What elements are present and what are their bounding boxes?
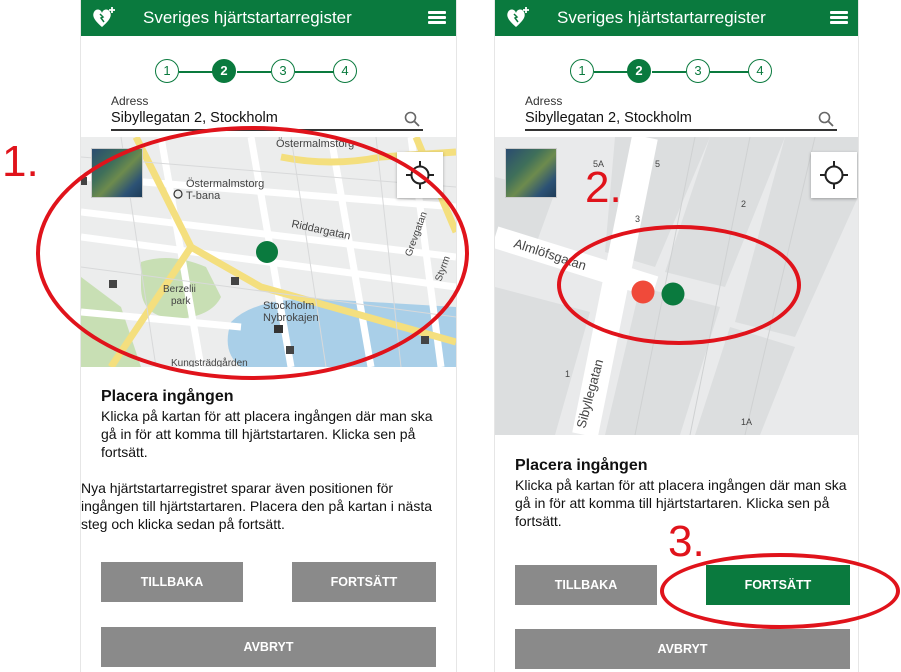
annotation-number-2: 2.	[585, 163, 622, 212]
step-3: 3	[271, 59, 295, 83]
annotation-number-3: 3.	[668, 517, 705, 566]
panel-heading: Placera ingången	[101, 388, 234, 405]
app-title: Sveriges hjärtstartarregister	[143, 8, 352, 27]
search-icon[interactable]	[818, 111, 834, 127]
search-icon[interactable]	[404, 111, 420, 127]
address-label: Adress	[525, 94, 563, 108]
satellite-layer-toggle[interactable]	[505, 148, 557, 198]
panel-info-text: Nya hjärtstartarregistret sparar även po…	[81, 480, 432, 532]
annotation-number-1: 1.	[2, 137, 39, 186]
address-label: Adress	[111, 94, 149, 108]
app-header: Sveriges hjärtstartarregister	[81, 0, 456, 36]
map-number: 2	[741, 199, 746, 209]
hamburger-menu-icon[interactable]	[428, 11, 446, 25]
map-number: 1A	[741, 417, 752, 427]
heart-defibrillator-logo-icon	[507, 7, 529, 27]
step-2-active: 2	[627, 59, 651, 83]
heart-defibrillator-logo-icon	[93, 7, 115, 27]
annotation-ring-map	[36, 126, 469, 380]
annotation-ring-markers	[557, 225, 801, 345]
hamburger-menu-icon[interactable]	[830, 11, 848, 25]
step-2-active: 2	[212, 59, 236, 83]
map-number: 5	[655, 159, 660, 169]
step-indicator: 1 2 3 4	[155, 59, 383, 83]
locate-me-button[interactable]	[811, 152, 857, 198]
step-4: 4	[333, 59, 357, 83]
map-number: 1	[565, 369, 570, 379]
address-underline	[525, 129, 837, 131]
cancel-button[interactable]: AVBRYT	[101, 627, 436, 667]
step-3: 3	[686, 59, 710, 83]
step-1: 1	[155, 59, 179, 83]
cancel-button[interactable]: AVBRYT	[515, 629, 850, 669]
map-number: 3	[635, 214, 640, 224]
panel-heading: Placera ingången	[515, 457, 648, 474]
address-input[interactable]: Sibyllegatan 2, Stockholm	[111, 110, 278, 126]
step-4: 4	[748, 59, 772, 83]
app-title: Sveriges hjärtstartarregister	[557, 8, 766, 27]
back-button[interactable]: TILLBAKA	[101, 562, 243, 602]
back-button[interactable]: TILLBAKA	[515, 565, 657, 605]
address-input[interactable]: Sibyllegatan 2, Stockholm	[525, 110, 692, 126]
step-1: 1	[570, 59, 594, 83]
step-indicator: 1 2 3 4	[570, 59, 798, 83]
app-header: Sveriges hjärtstartarregister	[495, 0, 858, 36]
crosshair-icon	[820, 161, 848, 189]
continue-button[interactable]: FORTSÄTT	[292, 562, 436, 602]
panel-instructions: Klicka på kartan för att placera ingånge…	[101, 408, 433, 460]
